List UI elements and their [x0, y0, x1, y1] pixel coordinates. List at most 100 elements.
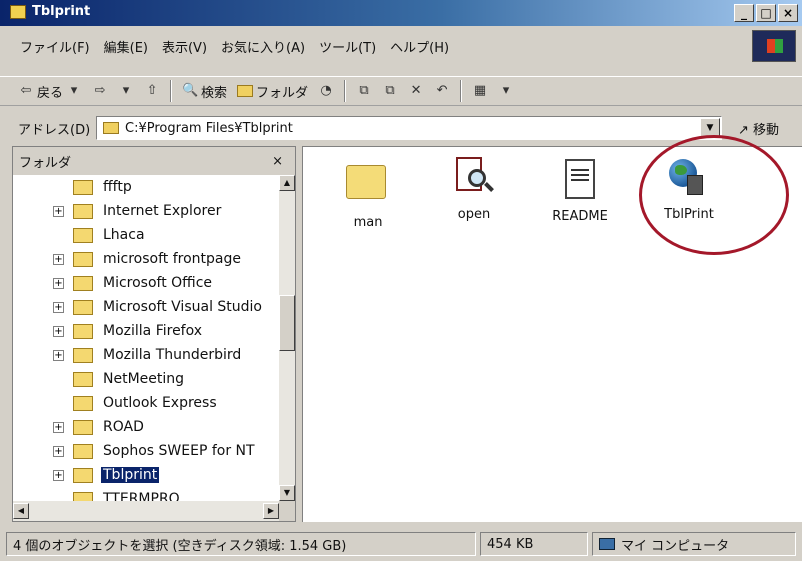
menu-edit[interactable]: 編集(E)	[104, 37, 148, 56]
address-input[interactable]: C:¥Program Files¥Tblprint	[96, 116, 722, 140]
toolbar-divider	[170, 80, 173, 102]
up-folder-icon[interactable]: ⇧	[144, 83, 160, 99]
scroll-thumb[interactable]	[279, 295, 295, 351]
address-bar: アドレス(D) C:¥Program Files¥Tblprint ▼ ↗ 移動	[0, 114, 802, 142]
tree-item-label: Tblprint	[101, 467, 160, 483]
go-arrow-icon: ↗	[738, 123, 749, 138]
tree-item-label: Outlook Express	[103, 395, 217, 411]
undo-icon[interactable]: ↶	[434, 83, 450, 99]
maximize-button[interactable]: □	[756, 4, 776, 22]
title-bar[interactable]: Tblprint _ □ ×	[0, 0, 802, 26]
folder-icon	[73, 179, 93, 195]
folder-icon	[237, 85, 254, 97]
tree-item[interactable]: TTERMPRO	[13, 487, 279, 501]
expand-icon[interactable]: +	[53, 349, 64, 361]
tree-item-label: ffftp	[103, 179, 132, 195]
file-item[interactable]: README	[540, 157, 620, 224]
folder-icon	[73, 251, 93, 267]
copy-to-icon[interactable]: ⧉	[382, 83, 398, 99]
tree-item-label: NetMeeting	[103, 371, 185, 387]
folder-icon	[73, 443, 93, 459]
tree-item[interactable]: Lhaca	[13, 223, 279, 247]
tree-item[interactable]: + Microsoft Visual Studio	[13, 295, 279, 319]
tree-item-label: ROAD	[103, 419, 144, 435]
tree-item[interactable]: ffftp	[13, 175, 279, 199]
menu-favorites[interactable]: お気に入り(A)	[221, 37, 305, 56]
close-button[interactable]: ×	[778, 4, 798, 22]
text-document-icon	[558, 159, 602, 203]
folders-button[interactable]: フォルダ	[237, 82, 308, 101]
forward-button[interactable]: ⇨	[92, 83, 108, 99]
window-title: Tblprint	[32, 4, 91, 19]
expand-icon[interactable]: +	[53, 325, 64, 337]
folder-icon	[10, 5, 26, 19]
tree-item-label: Internet Explorer	[103, 203, 222, 219]
folder-pane-title: フォルダ	[19, 155, 72, 171]
folder-icon	[73, 203, 93, 219]
tree-item[interactable]: + Tblprint	[13, 463, 279, 487]
expand-icon[interactable]: +	[53, 253, 64, 265]
delete-icon[interactable]: ✕	[408, 83, 424, 99]
tree-item[interactable]: + ROAD	[13, 415, 279, 439]
scroll-down-button[interactable]: ▼	[279, 485, 295, 501]
expand-icon[interactable]: +	[53, 301, 64, 313]
status-location: マイ コンピュータ	[592, 532, 796, 556]
back-button[interactable]: ⇦ 戻る ▾	[18, 82, 82, 101]
scroll-up-button[interactable]: ▲	[279, 175, 295, 191]
tree-item[interactable]: + Internet Explorer	[13, 199, 279, 223]
address-label: アドレス(D)	[18, 122, 91, 138]
views-icon[interactable]: ▦	[472, 83, 488, 99]
tree-item[interactable]: + Mozilla Firefox	[13, 319, 279, 343]
minimize-button[interactable]: _	[734, 4, 754, 22]
toolbar-divider	[460, 80, 463, 102]
tree-item[interactable]: + microsoft frontpage	[13, 247, 279, 271]
tree-item-label: TTERMPRO	[103, 491, 180, 501]
chevron-down-icon[interactable]: ▾	[66, 83, 82, 99]
folder-icon	[73, 275, 93, 291]
folder-icon	[103, 122, 119, 134]
folder-icon	[73, 491, 93, 501]
expand-icon[interactable]: +	[53, 469, 64, 481]
file-name: README	[552, 209, 608, 224]
menu-bar: ファイル(F) 編集(E) 表示(V) お気に入り(A) ツール(T) ヘルプ(…	[0, 34, 802, 58]
tree-item[interactable]: NetMeeting	[13, 367, 279, 391]
toolbar: ⇦ 戻る ▾ ⇨ ▾ ⇧ 🔍 検索 フォルダ ◔ ⧉ ⧉ ✕ ↶ ▦ ▾	[0, 76, 802, 106]
move-to-icon[interactable]: ⧉	[356, 83, 372, 99]
chevron-down-icon[interactable]: ▾	[118, 83, 134, 99]
back-label: 戻る	[37, 85, 64, 101]
folder-icon	[73, 371, 93, 387]
tree-item[interactable]: + Sophos SWEEP for NT	[13, 439, 279, 463]
vertical-scrollbar[interactable]: ▲ ▼	[279, 175, 295, 501]
tree-item-label: Microsoft Visual Studio	[103, 299, 262, 315]
menu-help[interactable]: ヘルプ(H)	[390, 37, 449, 56]
menu-tools[interactable]: ツール(T)	[319, 37, 376, 56]
expand-icon[interactable]: +	[53, 205, 64, 217]
close-icon[interactable]: ×	[272, 154, 283, 169]
status-location-label: マイ コンピュータ	[621, 538, 730, 554]
file-view: man open README TblPrint	[302, 135, 802, 522]
scroll-left-button[interactable]: ◀	[13, 503, 29, 519]
folder-icon	[346, 165, 390, 209]
tree-item[interactable]: Outlook Express	[13, 391, 279, 415]
expand-icon[interactable]: +	[53, 445, 64, 457]
menu-file[interactable]: ファイル(F)	[20, 37, 90, 56]
folder-icon	[73, 227, 93, 243]
address-path: C:¥Program Files¥Tblprint	[125, 120, 293, 136]
horizontal-scrollbar[interactable]: ◀ ▶	[13, 501, 279, 521]
status-selection: 4 個のオブジェクトを選択 (空きディスク領域: 1.54 GB)	[6, 532, 476, 556]
expand-icon[interactable]: +	[53, 421, 64, 433]
tree-item-label: Lhaca	[103, 227, 145, 243]
chevron-down-icon[interactable]: ▾	[498, 83, 514, 99]
folders-label: フォルダ	[256, 85, 309, 101]
go-button[interactable]: ↗ 移動	[738, 119, 779, 138]
scroll-right-button[interactable]: ▶	[263, 503, 279, 519]
expand-icon[interactable]: +	[53, 277, 64, 289]
status-bar: 4 個のオブジェクトを選択 (空きディスク領域: 1.54 GB) 454 KB…	[0, 527, 802, 561]
tree-item[interactable]: + Microsoft Office	[13, 271, 279, 295]
search-button[interactable]: 🔍 検索	[182, 82, 227, 101]
history-icon[interactable]: ◔	[318, 83, 334, 99]
tree-item[interactable]: + Mozilla Thunderbird	[13, 343, 279, 367]
file-item[interactable]: man	[328, 157, 408, 230]
menu-view[interactable]: 表示(V)	[162, 37, 207, 56]
file-item[interactable]: open	[434, 157, 514, 222]
